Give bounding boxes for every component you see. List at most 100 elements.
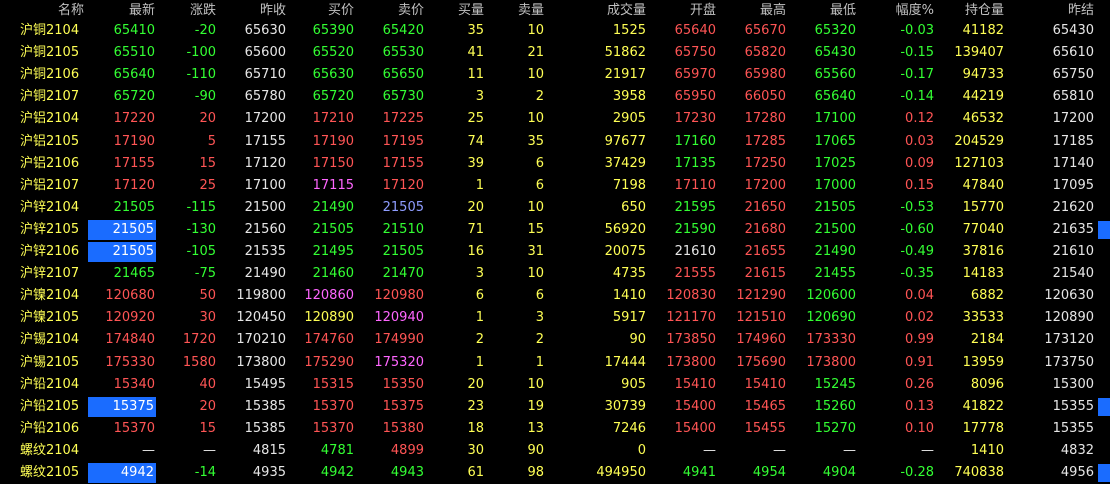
cell-ask: 65650 (382, 67, 424, 83)
cell-bid-vol: 30 (467, 442, 484, 458)
table-row[interactable]: 沪铜2107 65720 -90 65780 65720 65730 3 2 3958 65950… (0, 86, 1110, 108)
cell-volume: 5917 (612, 310, 646, 326)
cell-open-interest: 41822 (962, 398, 1004, 414)
cell-prev-settle: 120890 (1044, 310, 1094, 326)
table-row[interactable]: 沪锌2107 21465 -75 21490 21460 21470 3 10 4735 2155… (0, 263, 1110, 285)
table-row[interactable]: 沪铅2105 15375 20 15385 15370 15375 23 19 30739 154… (0, 396, 1110, 418)
header-prev-settle[interactable]: 昨结 (1004, 2, 1094, 20)
header-volume[interactable]: 成交量 (544, 2, 646, 20)
contract-name[interactable]: 沪镍2105 (20, 307, 90, 329)
cell-bid: 15370 (312, 420, 354, 436)
table-row[interactable]: 沪锌2105 21505 -130 21560 21505 21510 71 15 56920 2… (0, 219, 1110, 241)
contract-name[interactable]: 沪铝2105 (20, 131, 90, 153)
contract-name[interactable]: 沪铜2105 (20, 42, 90, 64)
cell-bid-vol: 16 (467, 244, 484, 259)
cell-open: 17110 (674, 177, 716, 193)
cell-high: 15410 (744, 376, 786, 392)
contract-name[interactable]: 沪铅2104 (20, 374, 90, 396)
cell-open: 21595 (674, 199, 716, 215)
table-row[interactable]: 螺纹2104 — — 4815 4781 4899 30 90 0 — — — — 1410 4832 (0, 440, 1110, 462)
cell-pct: 0.26 (905, 376, 934, 392)
cell-ask: 4899 (390, 442, 424, 458)
cell-change: 30 (199, 310, 216, 326)
contract-name[interactable]: 沪铜2106 (20, 64, 90, 86)
contract-name[interactable]: 沪镍2104 (20, 285, 90, 307)
cell-bid: 120890 (304, 310, 354, 326)
table-row[interactable]: 螺纹2105 4942 -14 4935 4942 4943 61 98 494950 4941 4… (0, 462, 1110, 484)
scroll-marker (1098, 464, 1110, 482)
table-row[interactable]: 沪铜2104 65410 -20 65630 65390 65420 35 10 1525 656… (0, 20, 1110, 42)
contract-name[interactable]: 沪铅2106 (20, 418, 90, 440)
cell-prev-settle: 21635 (1052, 221, 1094, 237)
table-row[interactable]: 沪铅2104 15340 40 15495 15315 15350 20 10 905 15410… (0, 374, 1110, 396)
cell-low: 21490 (814, 244, 856, 259)
header-name[interactable]: 名称 (24, 2, 84, 20)
cell-prev-close: 119800 (236, 288, 286, 304)
cell-ask: 65730 (382, 89, 424, 105)
table-row[interactable]: 沪锡2104 174840 1720 170210 174760 174990 2 2 90 17… (0, 329, 1110, 351)
cell-prev-close: 21560 (244, 221, 286, 237)
header-change[interactable]: 涨跌 (156, 2, 216, 20)
header-open[interactable]: 开盘 (646, 2, 716, 20)
contract-name[interactable]: 沪铅2105 (20, 396, 90, 418)
cell-pct: 0.91 (905, 354, 934, 370)
contract-name[interactable]: 螺纹2104 (20, 440, 90, 462)
cell-prev-settle: 15355 (1052, 398, 1094, 414)
contract-name[interactable]: 沪锡2104 (20, 329, 90, 351)
header-latest[interactable]: 最新 (85, 2, 155, 20)
cell-prev-settle: 21610 (1052, 244, 1094, 259)
contract-name[interactable]: 沪铝2106 (20, 153, 90, 175)
table-row[interactable]: 沪铜2105 65510 -100 65600 65520 65530 41 21 51862 6… (0, 42, 1110, 64)
cell-bid-vol: 25 (467, 111, 484, 127)
contract-name[interactable]: 沪铝2107 (20, 175, 90, 197)
table-row[interactable]: 沪铝2105 17190 5 17155 17190 17195 74 35 97677 1716… (0, 131, 1110, 153)
cell-open: 15400 (674, 420, 716, 436)
contract-name[interactable]: 沪铜2104 (20, 20, 90, 42)
cell-bid: 65630 (312, 67, 354, 83)
contract-name[interactable]: 沪铝2104 (20, 108, 90, 130)
cell-prev-settle: 65750 (1052, 67, 1094, 83)
cell-change: 50 (199, 288, 216, 304)
table-row[interactable]: 沪镍2105 120920 30 120450 120890 120940 1 3 5917 12… (0, 307, 1110, 329)
contract-name[interactable]: 沪锌2106 (20, 241, 90, 263)
table-row[interactable]: 沪铝2106 17155 15 17120 17150 17155 39 6 37429 1713… (0, 153, 1110, 175)
contract-name[interactable]: 沪锌2107 (20, 263, 90, 285)
contract-name[interactable]: 沪锌2105 (20, 219, 90, 241)
cell-high: 121510 (736, 310, 786, 326)
table-row[interactable]: 沪铝2107 17120 25 17100 17115 17120 1 6 7198 17110 1… (0, 175, 1110, 197)
cell-open: 65950 (674, 89, 716, 105)
header-pct[interactable]: 幅度% (856, 2, 934, 20)
cell-latest: 4942 (88, 463, 156, 483)
cell-prev-close: 65630 (244, 23, 286, 38)
table-row[interactable]: 沪铅2106 15370 15 15385 15370 15380 18 13 7246 1540… (0, 418, 1110, 440)
header-high[interactable]: 最高 (716, 2, 786, 20)
cell-bid: 21495 (312, 244, 354, 259)
cell-open-interest: 127103 (954, 155, 1004, 171)
cell-ask: 21505 (382, 244, 424, 259)
table-row[interactable]: 沪锌2104 21505 -115 21500 21490 21505 20 10 650 215… (0, 197, 1110, 219)
header-ask[interactable]: 卖价 (354, 2, 424, 20)
header-bid-vol[interactable]: 买量 (424, 2, 484, 20)
table-row[interactable]: 沪镍2104 120680 50 119800 120860 120980 6 6 1410 12… (0, 285, 1110, 307)
contract-name[interactable]: 沪铜2107 (20, 86, 90, 108)
table-row[interactable]: 沪锌2106 21505 -105 21535 21495 21505 16 31 20075 2… (0, 241, 1110, 263)
contract-name[interactable]: 螺纹2105 (20, 462, 90, 484)
header-bid[interactable]: 买价 (286, 2, 354, 20)
cell-open: 21610 (674, 244, 716, 259)
cell-latest: 17120 (113, 177, 155, 193)
header-open-interest[interactable]: 持仓量 (934, 2, 1004, 20)
cell-bid-vol: 1 (475, 310, 484, 326)
contract-name[interactable]: 沪锡2105 (20, 352, 90, 374)
cell-change: -20 (194, 23, 216, 38)
contract-name[interactable]: 沪锌2104 (20, 197, 90, 219)
cell-prev-settle: 173750 (1044, 354, 1094, 370)
cell-high: 17280 (744, 111, 786, 127)
table-row[interactable]: 沪铜2106 65640 -110 65710 65630 65650 11 10 21917 6… (0, 64, 1110, 86)
table-row[interactable]: 沪锡2105 175330 1580 173800 175290 175320 1 1 1744… (0, 352, 1110, 374)
table-row[interactable]: 沪铝2104 17220 20 17200 17210 17225 25 10 2905 1723… (0, 108, 1110, 130)
header-ask-vol[interactable]: 卖量 (484, 2, 544, 20)
header-prev-close[interactable]: 昨收 (216, 2, 286, 20)
cell-ask: 21505 (382, 199, 424, 215)
cell-high: 175690 (736, 354, 786, 370)
header-low[interactable]: 最低 (786, 2, 856, 20)
